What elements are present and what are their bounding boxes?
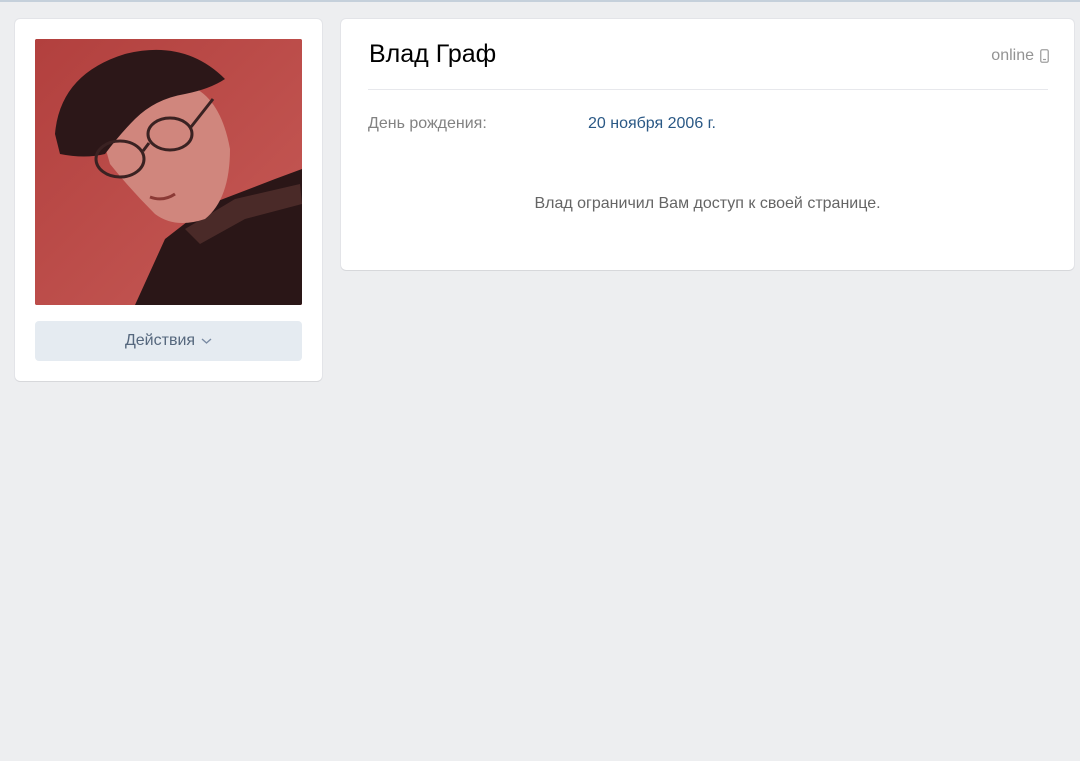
top-border	[0, 0, 1080, 2]
profile-info-card: Влад Граф online День рождения: 20 ноябр…	[341, 19, 1074, 270]
actions-button-label: Действия	[124, 332, 196, 349]
actions-button[interactable]: Действия	[35, 321, 302, 361]
mobile-phone-icon	[1040, 49, 1049, 63]
profile-name: Влад Граф	[369, 40, 497, 68]
online-status: online	[991, 47, 1049, 65]
chevron-down-icon	[201, 337, 212, 345]
birthday-label: День рождения:	[368, 115, 487, 132]
restricted-access-notice: Влад ограничил Вам доступ к своей страни…	[534, 195, 881, 212]
avatar[interactable]	[35, 39, 302, 305]
divider	[368, 89, 1048, 90]
birthday-link[interactable]: 20 ноября 2006 г.	[588, 115, 716, 133]
avatar-photo	[35, 39, 302, 305]
avatar-card: Действия	[15, 19, 322, 381]
online-status-label: online	[991, 47, 1034, 64]
